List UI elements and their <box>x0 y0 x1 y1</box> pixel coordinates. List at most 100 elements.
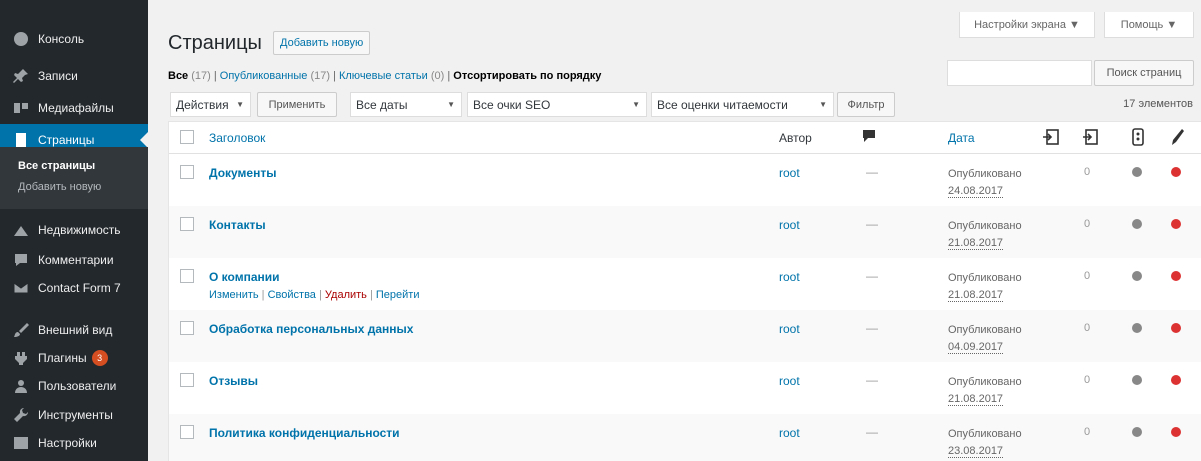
select-all-checkbox[interactable] <box>180 130 194 144</box>
media-icon <box>11 98 31 118</box>
page-title-link[interactable]: Контакты <box>209 218 266 232</box>
links-count: 0 <box>1084 426 1091 438</box>
author-link[interactable]: root <box>779 374 800 388</box>
sidebar-item-label: Медиафайлы <box>38 101 114 115</box>
seo-score-select[interactable]: Все очки SEO ▼ <box>467 92 647 117</box>
chevron-down-icon: ▼ <box>632 100 640 109</box>
row-checkbox[interactable] <box>180 217 194 231</box>
page-title-link[interactable]: Политика конфиденциальности <box>209 426 400 440</box>
readability-select[interactable]: Все оценки читаемости ▼ <box>651 92 834 117</box>
table-header: Заголовок Автор Дата <box>169 122 1201 154</box>
date-filter-select[interactable]: Все даты ▼ <box>350 92 462 117</box>
sidebar-item-realty[interactable]: Недвижимость <box>0 218 148 242</box>
readability-dot <box>1171 167 1181 177</box>
table-row: Отзывы root — Опубликовано 21.08.2017 0 <box>169 362 1201 414</box>
filter-button[interactable]: Фильтр <box>837 92 895 117</box>
chevron-down-icon: ▼ <box>447 100 455 109</box>
submenu-all-pages[interactable]: Все страницы <box>18 160 95 172</box>
apply-button[interactable]: Применить <box>257 92 337 117</box>
seo-score-dot <box>1132 167 1142 177</box>
comments-count: — <box>866 373 878 387</box>
links-count: 0 <box>1084 322 1091 334</box>
comments-count: — <box>866 321 878 335</box>
submenu-add-new[interactable]: Добавить новую <box>18 181 101 193</box>
pages-submenu: Все страницы Добавить новую <box>0 147 148 209</box>
chevron-down-icon: ▼ <box>236 100 244 109</box>
brush-icon <box>11 320 31 340</box>
author-link[interactable]: root <box>779 270 800 284</box>
column-date[interactable]: Дата <box>948 131 975 145</box>
author-link[interactable]: root <box>779 218 800 232</box>
links-count: 0 <box>1084 374 1091 386</box>
author-link[interactable]: root <box>779 166 800 180</box>
sidebar-item-settings[interactable]: Настройки <box>0 431 148 455</box>
sidebar-item-comments[interactable]: Комментарии <box>0 248 148 272</box>
comments-count: — <box>866 217 878 231</box>
sidebar-item-media[interactable]: Медиафайлы <box>0 96 148 120</box>
chevron-down-icon: ▼ <box>819 100 827 109</box>
links-count: 0 <box>1084 166 1091 178</box>
sidebar-item-users[interactable]: Пользователи <box>0 374 148 398</box>
column-title[interactable]: Заголовок <box>209 131 265 145</box>
items-count: 17 элементов <box>1123 98 1193 110</box>
author-link[interactable]: root <box>779 426 800 440</box>
table-row: Политика конфиденциальности root — Опубл… <box>169 414 1201 461</box>
sidebar-item-posts[interactable]: Записи <box>0 64 148 88</box>
sidebar-item-contact-form[interactable]: Contact Form 7 <box>0 276 148 300</box>
sidebar-item-appearance[interactable]: Внешний вид <box>0 318 148 342</box>
sidebar-item-label: Страницы <box>38 133 95 147</box>
search-input[interactable] <box>947 60 1092 86</box>
seo-score-dot <box>1132 219 1142 229</box>
row-checkbox[interactable] <box>180 425 194 439</box>
screen-options-button[interactable]: Настройки экрана ▼ <box>959 12 1095 38</box>
seo-score-icon <box>1131 128 1145 149</box>
view-all[interactable]: Все <box>168 70 188 82</box>
links-count: 0 <box>1084 270 1091 282</box>
sidebar-item-plugins[interactable]: Плагины 3 <box>0 346 148 370</box>
search-pages-button[interactable]: Поиск страниц <box>1094 60 1194 86</box>
pages-table: Заголовок Автор Дата Документы root — Оп… <box>168 121 1201 461</box>
row-checkbox[interactable] <box>180 165 194 179</box>
table-row: Документы root — Опубликовано 24.08.2017 … <box>169 154 1201 206</box>
sidebar-item-label: Внешний вид <box>38 323 113 337</box>
page-title: Страницы <box>168 32 262 54</box>
row-checkbox[interactable] <box>180 269 194 283</box>
readability-dot <box>1171 375 1181 385</box>
help-button[interactable]: Помощь ▼ <box>1104 12 1194 38</box>
column-author: Автор <box>779 131 812 145</box>
publish-status: Опубликовано 24.08.2017 <box>948 168 1022 198</box>
sidebar-item-tools[interactable]: Инструменты <box>0 403 148 427</box>
page-title-link[interactable]: Документы <box>209 166 276 180</box>
update-count-badge: 3 <box>91 350 108 366</box>
view-filters: Все (17) | Опубликованные (17) | Ключевы… <box>168 70 602 82</box>
view-key-articles[interactable]: Ключевые статьи <box>339 70 428 82</box>
mail-icon <box>11 278 31 298</box>
sort-by-order-link[interactable]: Отсортировать по порядку <box>453 70 601 82</box>
quick-edit-link[interactable]: Свойства <box>268 289 316 301</box>
readability-icon <box>1170 128 1184 149</box>
row-checkbox[interactable] <box>180 373 194 387</box>
seo-score-dot <box>1132 323 1142 333</box>
page-title-link[interactable]: Обработка персональных данных <box>209 322 413 336</box>
row-checkbox[interactable] <box>180 321 194 335</box>
sidebar-item-label: Настройки <box>38 436 97 450</box>
view-link[interactable]: Перейти <box>376 289 420 301</box>
page-title-link[interactable]: О компании <box>209 270 280 284</box>
sidebar-item-label: Консоль <box>38 32 85 46</box>
seo-score-dot <box>1132 427 1142 437</box>
sidebar-item-label: Недвижимость <box>38 223 121 237</box>
publish-status: Опубликовано 23.08.2017 <box>948 428 1022 458</box>
author-link[interactable]: root <box>779 322 800 336</box>
publish-status: Опубликовано 21.08.2017 <box>948 272 1022 302</box>
add-new-page-button[interactable]: Добавить новую <box>273 31 371 55</box>
comment-icon <box>11 250 31 270</box>
page-title-link[interactable]: Отзывы <box>209 374 258 388</box>
table-row: О компании Изменить | Свойства | Удалить… <box>169 258 1201 310</box>
bulk-actions-select[interactable]: Действия ▼ <box>170 92 251 117</box>
publish-status: Опубликовано 04.09.2017 <box>948 324 1022 354</box>
view-published[interactable]: Опубликованные <box>220 70 308 82</box>
seo-score-dot <box>1132 375 1142 385</box>
edit-link[interactable]: Изменить <box>209 289 259 301</box>
delete-link[interactable]: Удалить <box>325 289 367 301</box>
sidebar-item-dashboard[interactable]: Консоль <box>0 27 148 51</box>
